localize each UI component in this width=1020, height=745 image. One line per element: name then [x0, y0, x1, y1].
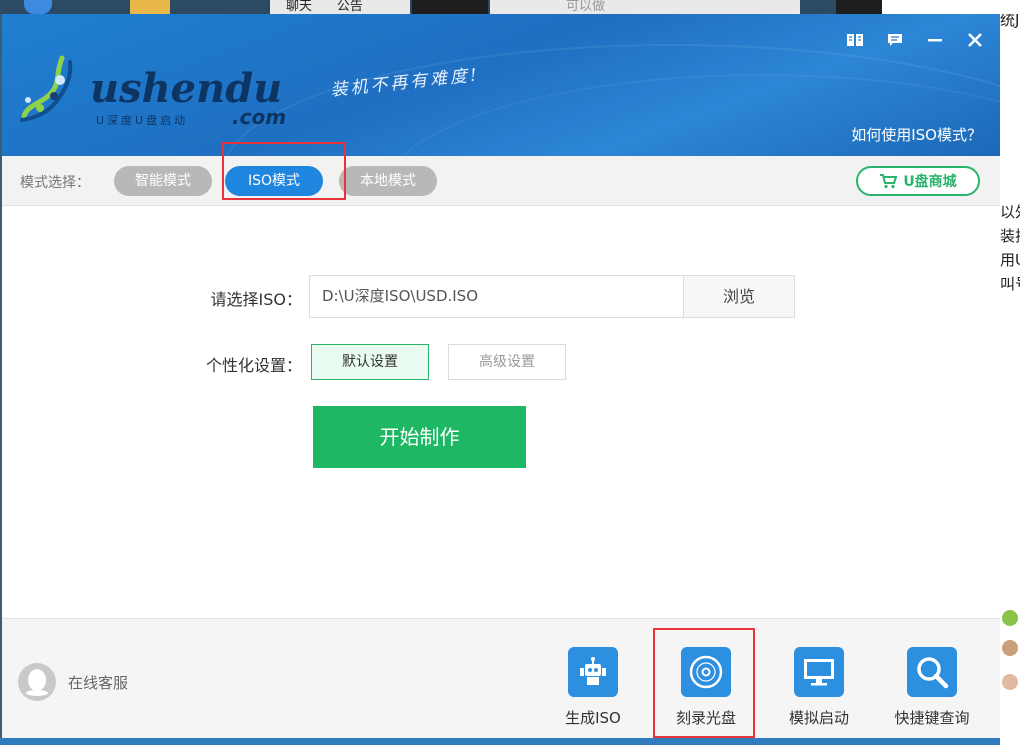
cart-icon [880, 174, 898, 189]
hotkey-query-tool[interactable]: 快捷键查询 [877, 643, 987, 733]
background-tab-chat: 聊天 公告 [270, 0, 410, 14]
hotkey-query-label: 快捷键查询 [894, 709, 970, 727]
simulate-boot-tool[interactable]: 模拟启动 [764, 643, 874, 733]
generate-iso-tool[interactable]: 生成ISO [538, 643, 648, 733]
background-side-text: 统J 以外 装挂 用U 叫号 [1000, 14, 1020, 745]
background-avatar-icon [1002, 674, 1018, 690]
iso-path-field[interactable]: D:\U深度ISO\USD.ISO [309, 275, 683, 318]
iso-help-link[interactable]: 如何使用ISO模式？ [851, 124, 982, 145]
default-settings-button[interactable]: 默认设置 [311, 344, 429, 380]
message-icon[interactable] [882, 28, 908, 52]
background-text-line: 叫号 [1000, 275, 1020, 293]
mode-selector-bar: 模式选择： 智能模式 ISO模式 本地模式 U盘商城 [2, 156, 1000, 206]
monitor-icon [794, 647, 844, 697]
robot-icon [568, 647, 618, 697]
background-avatar-icon [1002, 610, 1018, 626]
mode-local-button[interactable]: 本地模式 [339, 166, 437, 196]
background-avatar-icon [1002, 640, 1018, 656]
background-tab-note: 可以做 [490, 0, 800, 14]
background-taskbar-strip: 聊天 公告 可以做 [0, 0, 1020, 14]
qq-penguin-icon [18, 663, 56, 701]
mode-select-label: 模式选择： [20, 175, 90, 191]
background-text-line: 统J [1000, 14, 1020, 29]
burn-disc-label: 刻录光盘 [675, 709, 736, 727]
burn-disc-tool[interactable]: 刻录光盘 [651, 643, 761, 733]
magnifier-icon [907, 647, 957, 697]
advanced-settings-button[interactable]: 高级设置 [448, 344, 566, 380]
app-header: ushendu U深度U盘启动 .com 装机不再有难度! 如何使用ISO模式？ [2, 14, 1000, 156]
book-icon[interactable] [842, 28, 868, 52]
background-app-icon [24, 0, 52, 14]
minimize-icon[interactable] [922, 28, 948, 52]
online-support-label: 在线客服 [68, 673, 129, 692]
background-text-line: 以外 [1000, 203, 1020, 221]
logo-suffix-text: .com [232, 105, 286, 129]
background-avatar [836, 0, 882, 14]
logo-tagline-text: U深度U盘启动 [96, 113, 188, 127]
background-thumbnail [412, 0, 488, 14]
usb-mall-label: U盘商城 [903, 174, 957, 190]
online-support-link[interactable]: 在线客服 [18, 663, 128, 701]
background-panel [882, 0, 1020, 14]
personalize-label: 个性化设置： [205, 356, 302, 375]
background-folder-icon [130, 0, 170, 14]
generate-iso-label: 生成ISO [565, 709, 621, 727]
simulate-boot-label: 模拟启动 [788, 709, 849, 727]
app-footer: 在线客服 生成ISO 刻录光盘 模拟启动 快捷键查询 [2, 618, 1000, 738]
close-icon[interactable] [962, 28, 988, 52]
iso-select-label: 请选择ISO： [210, 290, 302, 309]
ushendu-logo: ushendu U深度U盘启动 .com [20, 55, 286, 129]
disc-icon [681, 647, 731, 697]
start-make-button[interactable]: 开始制作 [313, 406, 526, 468]
background-text-line: 装挂 [1000, 227, 1020, 245]
browse-button[interactable]: 浏览 [683, 275, 795, 318]
usb-mall-button[interactable]: U盘商城 [856, 166, 980, 196]
mode-iso-button[interactable]: ISO模式 [225, 166, 323, 196]
mode-smart-button[interactable]: 智能模式 [114, 166, 212, 196]
ushendu-window: ushendu U深度U盘启动 .com 装机不再有难度! 如何使用ISO模式？… [2, 14, 1000, 738]
background-taskbar-bottom [0, 738, 1000, 745]
background-text-line: 用U [1000, 251, 1020, 269]
